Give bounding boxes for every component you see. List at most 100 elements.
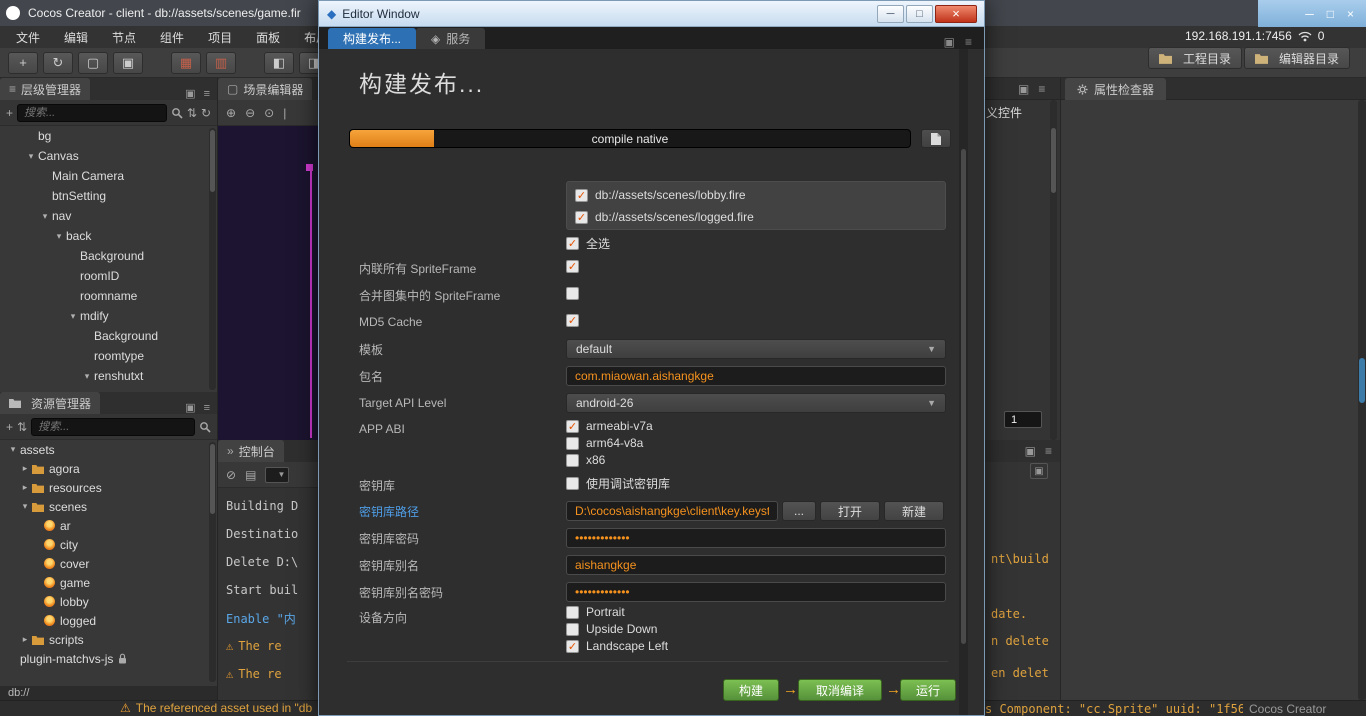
tree-item[interactable]: btnSetting: [0, 186, 217, 206]
panel-menu-icon[interactable]: ≡: [204, 88, 210, 100]
keystore-path-input[interactable]: [566, 501, 778, 521]
expand-arrow-icon[interactable]: ▸: [18, 634, 32, 645]
clear-console-icon[interactable]: ⊘: [226, 468, 236, 482]
tree-item[interactable]: ▾ back: [0, 226, 217, 246]
inspector-tab[interactable]: 属性检查器: [1065, 78, 1167, 100]
expand-arrow-icon[interactable]: ▾: [38, 211, 52, 222]
orientation-option-row[interactable]: Portrait: [566, 605, 668, 619]
expand-arrow-icon[interactable]: ▸: [18, 482, 32, 493]
asset-item[interactable]: cover: [0, 554, 217, 573]
expand-all-icon[interactable]: ⇅: [187, 106, 197, 120]
toolbar-button[interactable]: ▥: [206, 51, 236, 74]
expand-arrow-icon[interactable]: ▾: [6, 444, 20, 455]
menu-item[interactable]: 组件: [148, 26, 196, 48]
assets-tab[interactable]: 资源管理器: [0, 392, 101, 414]
hierarchy-tab[interactable]: ≡ 层级管理器: [0, 78, 91, 100]
package-name-input[interactable]: [566, 366, 946, 386]
abi-option-checkbox[interactable]: [566, 436, 579, 450]
select-all-checkbox[interactable]: [566, 237, 579, 250]
orientation-option-checkbox[interactable]: [566, 605, 579, 619]
asset-item[interactable]: ▾ assets: [0, 440, 217, 459]
tree-item[interactable]: roomtype: [0, 346, 217, 366]
abi-option-checkbox[interactable]: [566, 453, 579, 467]
expand-arrow-icon[interactable]: ▾: [18, 501, 32, 512]
asset-item[interactable]: ▸ scripts: [0, 630, 217, 649]
inline-sprite-checkbox[interactable]: [566, 260, 579, 273]
keystore-alias-input[interactable]: [566, 555, 946, 575]
zoom-in-icon[interactable]: ⊕: [226, 106, 236, 120]
scene-node-handle[interactable]: [306, 164, 313, 171]
tab-service[interactable]: ◈ 服务: [416, 28, 486, 49]
asset-item[interactable]: game: [0, 573, 217, 592]
abi-option-row[interactable]: armeabi-v7a: [566, 419, 653, 433]
select-all-row[interactable]: 全选: [566, 235, 610, 252]
close-button[interactable]: ×: [1347, 7, 1354, 21]
toolbar-button[interactable]: ▢: [78, 51, 108, 74]
browse-keystore-button[interactable]: ...: [782, 501, 816, 521]
expand-arrow-icon[interactable]: ▾: [66, 311, 80, 322]
refresh-icon[interactable]: ↻: [201, 106, 211, 120]
add-node-button[interactable]: +: [6, 106, 13, 120]
asset-item[interactable]: ▸ resources: [0, 478, 217, 497]
log-file-icon[interactable]: ▤: [245, 468, 256, 482]
tab-build-publish[interactable]: 构建发布...: [328, 28, 417, 49]
add-asset-button[interactable]: +: [6, 420, 13, 434]
search-icon[interactable]: [199, 421, 211, 433]
open-keystore-button[interactable]: 打开: [820, 501, 880, 521]
menu-item[interactable]: 节点: [100, 26, 148, 48]
hierarchy-scrollbar[interactable]: [209, 128, 216, 390]
sort-assets-icon[interactable]: ⇅: [17, 420, 27, 434]
keystore-path-label[interactable]: 密钥库路径: [359, 501, 419, 521]
console-tab[interactable]: » 控制台: [218, 440, 284, 462]
editor-dir-button[interactable]: 编辑器目录: [1244, 47, 1351, 69]
md5-checkbox[interactable]: [566, 314, 579, 327]
run-button[interactable]: 运行: [900, 679, 956, 701]
minimize-button[interactable]: ─: [877, 4, 904, 23]
expand-arrow-icon[interactable]: ▾: [80, 371, 94, 382]
open-build-log-button[interactable]: [921, 129, 951, 148]
scene-checkbox-row[interactable]: db://assets/scenes/lobby.fire: [567, 184, 945, 206]
tree-item[interactable]: ▾ mdify: [0, 306, 217, 326]
merge-atlas-checkbox[interactable]: [566, 287, 579, 300]
expand-arrow-icon[interactable]: ▾: [52, 231, 66, 242]
scene-checkbox-row[interactable]: db://assets/scenes/logged.fire: [567, 206, 945, 228]
tree-item[interactable]: ▾ renshutxt: [0, 366, 217, 386]
scene-canvas[interactable]: [218, 126, 318, 440]
far-right-scrollbar[interactable]: [1358, 100, 1366, 700]
asset-item[interactable]: ar: [0, 516, 217, 535]
menu-item[interactable]: 面板: [244, 26, 292, 48]
expand-arrow-icon[interactable]: ▾: [24, 151, 38, 162]
new-keystore-button[interactable]: 新建: [884, 501, 944, 521]
abi-option-row[interactable]: x86: [566, 453, 653, 467]
expand-arrow-icon[interactable]: ▸: [18, 463, 32, 474]
close-button[interactable]: ×: [935, 4, 977, 23]
tree-item[interactable]: Background: [0, 326, 217, 346]
project-dir-button[interactable]: 工程目录: [1148, 47, 1243, 69]
assets-scrollbar[interactable]: [209, 442, 216, 682]
maximize-button[interactable]: □: [906, 4, 933, 23]
minimize-button[interactable]: ─: [1305, 7, 1314, 21]
abi-option-row[interactable]: arm64-v8a: [566, 436, 653, 450]
search-icon[interactable]: [171, 107, 183, 119]
toolbar-button[interactable]: ▣: [113, 51, 143, 74]
tree-item[interactable]: bg: [0, 126, 217, 146]
asset-item[interactable]: city: [0, 535, 217, 554]
hierarchy-search-input[interactable]: [17, 103, 167, 122]
toolbar-button[interactable]: ▦: [171, 51, 201, 74]
asset-item[interactable]: logged: [0, 611, 217, 630]
tree-item[interactable]: roomname: [0, 286, 217, 306]
assets-search-input[interactable]: [31, 417, 195, 436]
menu-item[interactable]: 文件: [4, 26, 52, 48]
api-level-select[interactable]: android-26 ▼: [566, 393, 946, 413]
build-button[interactable]: 构建: [723, 679, 779, 701]
float-panel-icon[interactable]: ▣: [944, 35, 955, 49]
cancel-compile-button[interactable]: 取消编译: [798, 679, 882, 701]
tree-item[interactable]: ▾ nav: [0, 206, 217, 226]
toolbar-button[interactable]: +: [8, 51, 38, 74]
asset-item[interactable]: ▸ agora: [0, 459, 217, 478]
zoom-out-icon[interactable]: ⊖: [245, 106, 255, 120]
asset-item[interactable]: plugin-matchvs-js: [0, 649, 217, 668]
dialog-scrollbar[interactable]: [959, 49, 968, 715]
zoom-fit-icon[interactable]: ⊙: [264, 106, 274, 120]
float-panel-icon[interactable]: ▣: [185, 87, 195, 100]
